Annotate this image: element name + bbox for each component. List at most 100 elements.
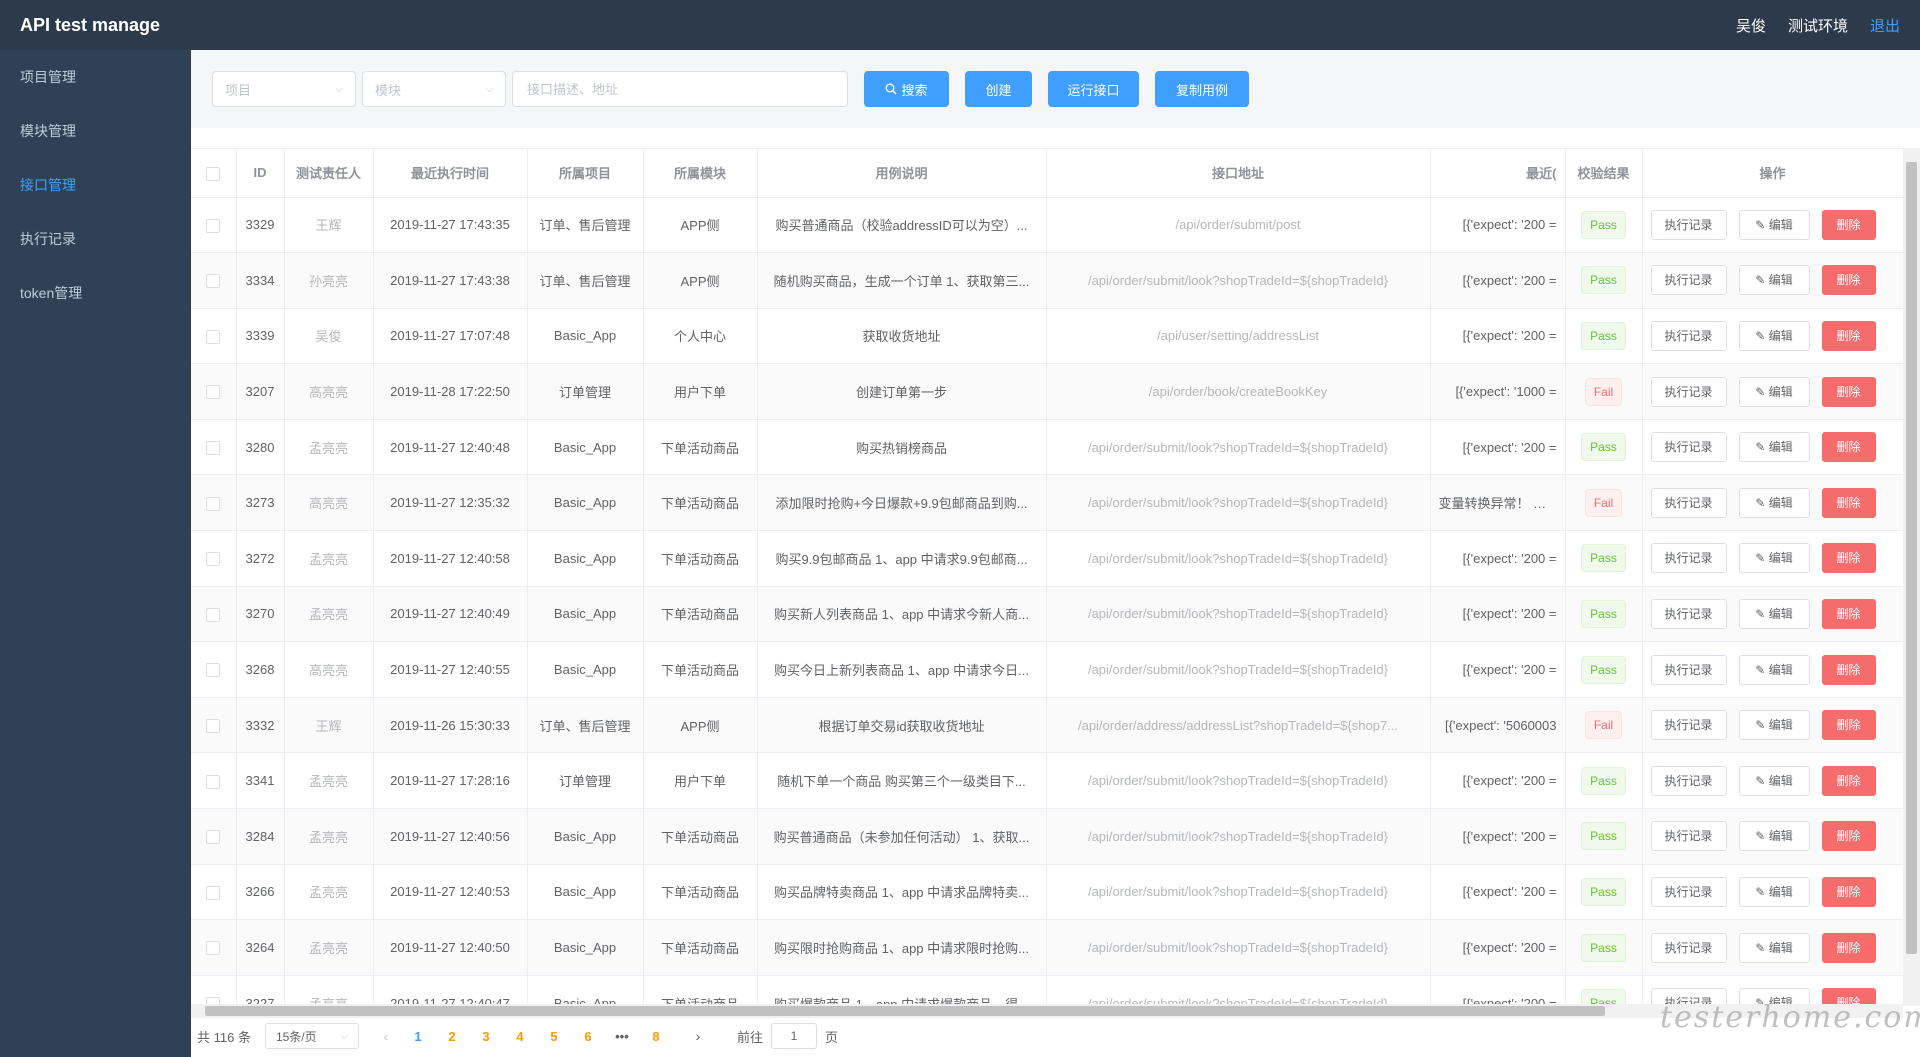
- horizontal-scrollbar[interactable]: [191, 1004, 1903, 1018]
- exec-record-button[interactable]: 执行记录: [1650, 710, 1727, 741]
- page-number-2[interactable]: 2: [435, 1029, 469, 1044]
- page-size-select[interactable]: 15条/页 ⌵: [264, 1023, 359, 1049]
- exec-record-button[interactable]: 执行记录: [1650, 598, 1727, 629]
- exec-record-button[interactable]: 执行记录: [1650, 543, 1727, 574]
- row-select-cell[interactable]: [191, 697, 237, 754]
- user-name[interactable]: 吴俊: [1736, 15, 1766, 36]
- edit-button[interactable]: ✎ 编辑: [1738, 710, 1810, 741]
- row-checkbox[interactable]: [206, 830, 221, 845]
- create-button[interactable]: 创建: [965, 71, 1032, 107]
- delete-button[interactable]: 删除: [1821, 432, 1876, 463]
- page-number-3[interactable]: 3: [469, 1029, 503, 1044]
- page-ellipsis[interactable]: •••: [605, 1029, 639, 1044]
- row-select-cell[interactable]: [191, 363, 237, 420]
- delete-button[interactable]: 删除: [1821, 376, 1876, 407]
- edit-button[interactable]: ✎ 编辑: [1738, 876, 1810, 907]
- exec-record-button[interactable]: 执行记录: [1650, 821, 1727, 852]
- row-checkbox[interactable]: [206, 218, 221, 233]
- edit-button[interactable]: ✎ 编辑: [1738, 654, 1810, 685]
- edit-button[interactable]: ✎ 编辑: [1738, 320, 1810, 351]
- page-number-1[interactable]: 1: [401, 1029, 435, 1044]
- row-checkbox[interactable]: [206, 941, 221, 956]
- module-select[interactable]: 模块 ⌵: [362, 71, 506, 107]
- sidebar-item-modules[interactable]: 模块管理: [0, 104, 191, 158]
- edit-button[interactable]: ✎ 编辑: [1738, 932, 1810, 963]
- row-select-cell[interactable]: [191, 530, 237, 587]
- row-select-cell[interactable]: [191, 975, 237, 1006]
- sidebar-item-records[interactable]: 执行记录: [0, 212, 191, 266]
- row-checkbox[interactable]: [206, 718, 221, 733]
- sidebar-item-projects[interactable]: 项目管理: [0, 50, 191, 104]
- row-select-cell[interactable]: [191, 474, 237, 532]
- prev-page-button[interactable]: ‹: [371, 1028, 401, 1044]
- row-checkbox[interactable]: [206, 607, 221, 622]
- exec-record-button[interactable]: 执行记录: [1650, 765, 1727, 796]
- search-button[interactable]: 搜索: [864, 71, 949, 107]
- delete-button[interactable]: 删除: [1821, 821, 1876, 852]
- row-checkbox[interactable]: [206, 274, 221, 289]
- row-select-cell[interactable]: [191, 752, 237, 810]
- delete-button[interactable]: 删除: [1821, 320, 1876, 351]
- exec-record-button[interactable]: 执行记录: [1650, 376, 1727, 407]
- select-all-cell[interactable]: [191, 149, 237, 198]
- page-number-8[interactable]: 8: [639, 1029, 673, 1044]
- row-checkbox[interactable]: [206, 885, 221, 900]
- exec-record-button[interactable]: 执行记录: [1650, 432, 1727, 463]
- vertical-scrollbar[interactable]: [1903, 148, 1920, 1006]
- goto-page-input[interactable]: [770, 1023, 817, 1049]
- delete-button[interactable]: 删除: [1821, 932, 1876, 963]
- delete-button[interactable]: 删除: [1821, 765, 1876, 796]
- delete-button[interactable]: 删除: [1821, 710, 1876, 741]
- delete-button[interactable]: 删除: [1821, 487, 1876, 518]
- delete-button[interactable]: 删除: [1821, 598, 1876, 629]
- logout-link[interactable]: 退出: [1870, 15, 1900, 36]
- exec-record-button[interactable]: 执行记录: [1650, 654, 1727, 685]
- project-select[interactable]: 项目 ⌵: [212, 71, 356, 107]
- exec-record-button[interactable]: 执行记录: [1650, 487, 1727, 518]
- row-select-cell[interactable]: [191, 641, 237, 698]
- row-select-cell[interactable]: [191, 197, 237, 254]
- edit-button[interactable]: ✎ 编辑: [1738, 821, 1810, 852]
- next-page-button[interactable]: ›: [683, 1028, 713, 1044]
- select-all-checkbox[interactable]: [206, 166, 221, 181]
- edit-button[interactable]: ✎ 编辑: [1738, 598, 1810, 629]
- row-select-cell[interactable]: [191, 252, 237, 309]
- exec-record-button[interactable]: 执行记录: [1650, 932, 1727, 963]
- sidebar-item-interfaces[interactable]: 接口管理: [0, 158, 191, 212]
- copy-case-button[interactable]: 复制用例: [1155, 71, 1249, 107]
- vertical-scroll-thumb[interactable]: [1906, 162, 1917, 954]
- row-select-cell[interactable]: [191, 808, 237, 865]
- row-select-cell[interactable]: [191, 586, 237, 643]
- sidebar-item-tokens[interactable]: token管理: [0, 266, 191, 320]
- delete-button[interactable]: 删除: [1821, 209, 1876, 240]
- edit-button[interactable]: ✎ 编辑: [1738, 265, 1810, 296]
- row-checkbox[interactable]: [206, 552, 221, 567]
- edit-button[interactable]: ✎ 编辑: [1738, 376, 1810, 407]
- edit-button[interactable]: ✎ 编辑: [1738, 209, 1810, 240]
- page-number-5[interactable]: 5: [537, 1029, 571, 1044]
- page-number-6[interactable]: 6: [571, 1029, 605, 1044]
- row-checkbox[interactable]: [206, 663, 221, 678]
- search-input[interactable]: [512, 71, 848, 107]
- row-select-cell[interactable]: [191, 864, 237, 921]
- exec-record-button[interactable]: 执行记录: [1650, 320, 1727, 351]
- row-select-cell[interactable]: [191, 419, 237, 476]
- row-checkbox[interactable]: [206, 496, 221, 511]
- exec-record-button[interactable]: 执行记录: [1650, 209, 1727, 240]
- row-select-cell[interactable]: [191, 919, 237, 976]
- row-select-cell[interactable]: [191, 308, 237, 365]
- edit-button[interactable]: ✎ 编辑: [1738, 432, 1810, 463]
- edit-button[interactable]: ✎ 编辑: [1738, 487, 1810, 518]
- edit-button[interactable]: ✎ 编辑: [1738, 765, 1810, 796]
- horizontal-scroll-thumb[interactable]: [205, 1006, 1605, 1016]
- exec-record-button[interactable]: 执行记录: [1650, 265, 1727, 296]
- page-number-4[interactable]: 4: [503, 1029, 537, 1044]
- row-checkbox[interactable]: [206, 440, 221, 455]
- delete-button[interactable]: 删除: [1821, 876, 1876, 907]
- run-interface-button[interactable]: 运行接口: [1048, 71, 1139, 107]
- exec-record-button[interactable]: 执行记录: [1650, 876, 1727, 907]
- row-checkbox[interactable]: [206, 774, 221, 789]
- edit-button[interactable]: ✎ 编辑: [1738, 543, 1810, 574]
- env-switch[interactable]: 测试环境: [1788, 15, 1848, 36]
- delete-button[interactable]: 删除: [1821, 265, 1876, 296]
